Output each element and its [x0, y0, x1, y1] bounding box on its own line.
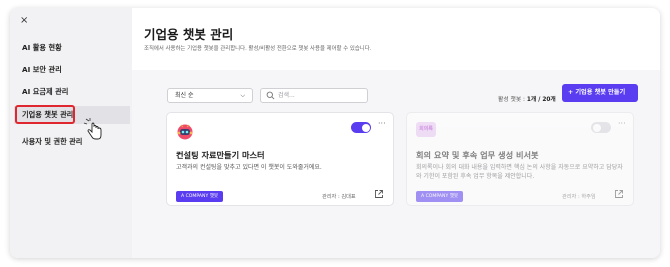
chatbot-description: 고객과의 컨설팅을 맞추고 있다면 이 챗봇이 도와줄거에요.: [176, 164, 322, 171]
close-icon[interactable]: ×: [20, 15, 28, 26]
chatbot-toggle[interactable]: [591, 122, 611, 133]
external-link-icon[interactable]: [614, 189, 624, 199]
sidebar: × AI 활용 현황 AI 보안 관리 AI 요금제 관리 기업용 챗봇 관리 …: [10, 8, 132, 258]
external-link-icon[interactable]: [374, 189, 384, 199]
sort-select[interactable]: 최신 순 ⌵: [167, 88, 253, 103]
active-chatbot-count: 활성 챗봇 : 1개 / 20개: [498, 97, 556, 103]
chatbot-card[interactable]: 회의록 ··· 회의 요약 및 후속 업무 생성 비서봇 회의록이나 회의 대화…: [406, 112, 634, 206]
chatbot-description: 회의록이나 회의 대화 내용을 입력하면 핵심 논의 사항을 자동으로 요약하고…: [416, 164, 623, 180]
sidebar-item-ai-pricing[interactable]: AI 요금제 관리: [18, 83, 130, 101]
chatbot-title: 회의 요약 및 후속 업무 생성 비서봇: [416, 150, 539, 160]
chatbot-card[interactable]: ··· 컨설팅 자료만들기 마스터 고객과의 컨설팅을 맞추고 있다면 이 챗봇…: [166, 112, 394, 206]
sidebar-item-ai-usage[interactable]: AI 활용 현황: [18, 39, 130, 57]
chevron-down-icon: ⌵: [240, 92, 245, 99]
admin-window: × AI 활용 현황 AI 보안 관리 AI 요금제 관리 기업용 챗봇 관리 …: [10, 8, 660, 258]
sidebar-item-users-permissions[interactable]: 사용자 및 권한 관리: [18, 133, 130, 151]
main-panel: 기업용 챗봇 관리 조직에서 사용하는 기업용 챗봇을 관리합니다. 활성/비활…: [132, 8, 660, 258]
chatbot-manager: 관리자 : 김대표: [322, 194, 356, 200]
search-placeholder: 검색...: [278, 92, 295, 99]
more-options-icon[interactable]: ···: [378, 119, 386, 128]
search-input[interactable]: 검색...: [260, 88, 368, 103]
page-title: 기업용 챗봇 관리: [144, 27, 234, 42]
chatbot-avatar: 회의록: [416, 122, 436, 137]
chatbot-manager: 관리자 : 하주임: [562, 194, 596, 200]
company-badge: A COMPANY 챗봇: [176, 191, 224, 202]
hand-cursor-icon: [83, 118, 102, 140]
company-badge: A COMPANY 챗봇: [416, 191, 464, 202]
robot-avatar-icon: [177, 124, 193, 140]
chatbot-title: 컨설팅 자료만들기 마스터: [176, 150, 265, 160]
chatbot-toggle[interactable]: [351, 122, 371, 133]
selection-highlight: [15, 105, 75, 124]
search-icon: [266, 91, 275, 100]
page-description: 조직에서 사용하는 기업용 챗봇을 관리합니다. 활성/비활성 전환으로 챗봇 …: [144, 46, 372, 52]
sidebar-item-ai-security[interactable]: AI 보안 관리: [18, 61, 130, 79]
more-options-icon[interactable]: ···: [618, 119, 626, 128]
create-chatbot-button[interactable]: + 기업용 챗봇 만들기: [562, 84, 638, 102]
sort-select-value: 최신 순: [175, 92, 194, 99]
